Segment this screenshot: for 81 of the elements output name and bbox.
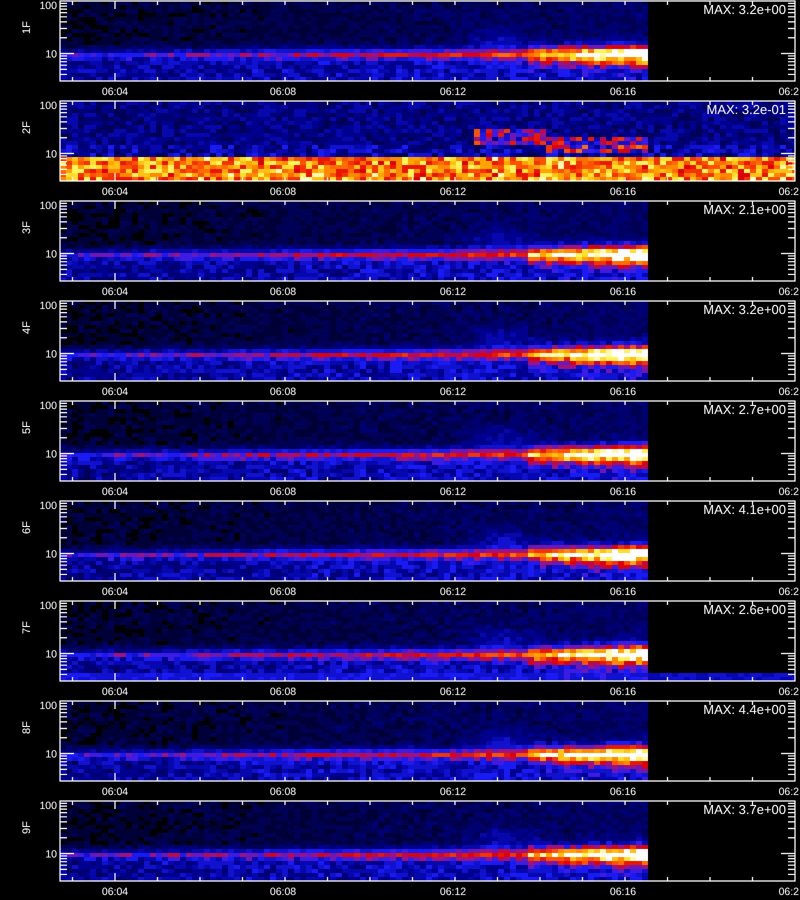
channel-label: 6F	[21, 521, 33, 534]
x-tick-label: 06:16	[610, 86, 636, 98]
channel-label: 2F	[21, 121, 33, 134]
x-tick-label: 06:12	[440, 386, 466, 398]
y-tick-label: 100	[39, 500, 57, 512]
x-tick-label: 06:08	[270, 86, 296, 98]
x-tick-label: 06:08	[270, 286, 296, 298]
y-tick-label: 100	[39, 0, 57, 12]
x-tick-label: 06:16	[610, 886, 636, 898]
x-tick-label: 06:2	[778, 786, 799, 798]
x-tick-label: 06:04	[102, 286, 128, 298]
x-tick-label: 06:08	[270, 186, 296, 198]
x-tick-label: 06:16	[610, 386, 636, 398]
x-tick-label: 06:16	[610, 586, 636, 598]
channel-label: 4F	[21, 321, 33, 334]
x-tick-label: 06:12	[440, 586, 466, 598]
y-tick-label: 10	[45, 248, 57, 261]
max-value: MAX: 3.2e+00	[703, 2, 786, 17]
x-tick-label: 06:12	[440, 186, 466, 198]
y-tick-label: 10	[45, 348, 57, 361]
y-tick-label: 10	[45, 448, 57, 461]
y-tick-label: 100	[39, 400, 57, 412]
y-tick-label: 10	[45, 48, 57, 61]
x-tick-label: 06:08	[270, 886, 296, 898]
y-tick-label: 100	[39, 200, 57, 212]
x-tick-label: 06:04	[102, 486, 128, 498]
channel-label: 9F	[21, 821, 33, 834]
y-tick-label: 100	[39, 700, 57, 712]
x-tick-label: 06:12	[440, 286, 466, 298]
x-tick-label: 06:2	[778, 486, 799, 498]
x-tick-label: 06:04	[102, 86, 128, 98]
x-tick-label: 06:12	[440, 86, 466, 98]
x-tick-label: 06:12	[440, 786, 466, 798]
max-value: MAX: 2.6e+00	[703, 602, 786, 617]
x-tick-label: 06:2	[778, 886, 799, 898]
x-tick-label: 06:2	[778, 86, 799, 98]
x-tick-label: 06:16	[610, 286, 636, 298]
x-tick-label: 06:04	[102, 586, 128, 598]
channel-label: 5F	[21, 421, 33, 434]
max-value: MAX: 3.2e+00	[703, 302, 786, 317]
x-tick-label: 06:08	[270, 486, 296, 498]
channel-label: 7F	[21, 621, 33, 634]
x-tick-label: 06:16	[610, 486, 636, 498]
max-value: MAX: 4.1e+00	[703, 502, 786, 517]
x-tick-label: 06:04	[102, 886, 128, 898]
x-tick-label: 06:12	[440, 886, 466, 898]
max-value: MAX: 2.1e+00	[703, 202, 786, 217]
y-tick-label: 100	[39, 100, 57, 112]
x-tick-label: 06:04	[102, 386, 128, 398]
x-tick-label: 06:16	[610, 786, 636, 798]
x-tick-label: 06:2	[778, 686, 799, 698]
y-tick-label: 10	[45, 748, 57, 761]
y-tick-label: 10	[45, 148, 57, 161]
x-tick-label: 06:2	[778, 586, 799, 598]
x-tick-label: 06:12	[440, 686, 466, 698]
y-tick-label: 10	[45, 548, 57, 561]
max-value: MAX: 3.7e+00	[703, 802, 786, 817]
max-value: MAX: 2.7e+00	[703, 402, 786, 417]
max-value: MAX: 4.4e+00	[703, 702, 786, 717]
x-tick-label: 06:08	[270, 386, 296, 398]
x-tick-label: 06:08	[270, 786, 296, 798]
x-tick-label: 06:2	[778, 186, 799, 198]
x-tick-label: 06:16	[610, 686, 636, 698]
max-value: MAX: 3.2e-01	[706, 102, 786, 117]
x-tick-label: 06:08	[270, 686, 296, 698]
x-tick-label: 06:16	[610, 186, 636, 198]
x-tick-label: 06:2	[778, 386, 799, 398]
x-tick-label: 06:04	[102, 686, 128, 698]
channel-label: 8F	[21, 721, 33, 734]
channel-label: 3F	[21, 221, 33, 234]
y-tick-label: 100	[39, 300, 57, 312]
x-tick-label: 06:12	[440, 486, 466, 498]
x-tick-label: 06:08	[270, 586, 296, 598]
x-tick-label: 06:04	[102, 786, 128, 798]
y-tick-label: 10	[45, 648, 57, 661]
channel-label: 1F	[21, 21, 33, 34]
y-tick-label: 100	[39, 600, 57, 612]
x-tick-label: 06:04	[102, 186, 128, 198]
y-tick-label: 10	[45, 848, 57, 861]
x-tick-label: 06:2	[778, 286, 799, 298]
y-tick-label: 100	[39, 800, 57, 812]
